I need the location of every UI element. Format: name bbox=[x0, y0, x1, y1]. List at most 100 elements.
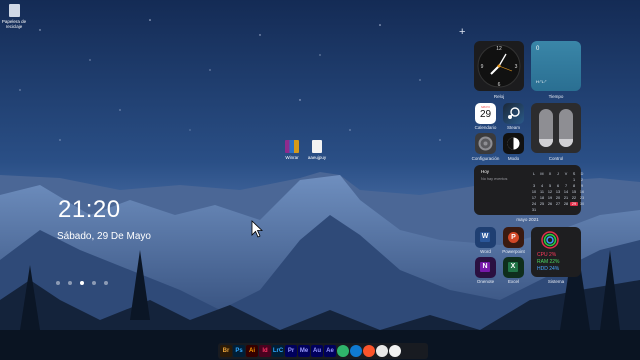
clock-widget[interactable]: 12 3 6 9 bbox=[474, 41, 524, 91]
calendar-day-cell[interactable]: 26 bbox=[546, 202, 554, 206]
page-dot[interactable] bbox=[56, 281, 60, 285]
weekday-header: V bbox=[564, 172, 568, 176]
calendar-day-cell[interactable]: 17 bbox=[530, 196, 538, 200]
recycle-bin-icon bbox=[8, 4, 20, 17]
calendar-day-cell[interactable]: 18 bbox=[538, 196, 546, 200]
weather-widget[interactable]: 0 H:°L:° bbox=[531, 41, 581, 91]
taskbar-bridge-icon[interactable]: Br bbox=[220, 345, 232, 357]
calendar-day-cell[interactable]: 15 bbox=[570, 190, 578, 194]
calendar-day-cell[interactable]: 5 bbox=[546, 184, 554, 188]
taskbar-edge-icon[interactable] bbox=[350, 345, 362, 357]
calendar-day-cell[interactable]: 16 bbox=[578, 190, 586, 194]
taskbar-premiere-icon[interactable]: Pr bbox=[285, 345, 297, 357]
calendar-day-cell[interactable]: 9 bbox=[578, 184, 586, 188]
page-dot[interactable] bbox=[68, 281, 72, 285]
taskbar-indesign-icon[interactable]: Id bbox=[259, 345, 271, 357]
hdd-usage: HDD 24% bbox=[537, 266, 560, 272]
desktop-icon-label: aaeujpuy bbox=[307, 155, 327, 160]
mode-tile[interactable] bbox=[503, 133, 524, 154]
powerpoint-label: Powerpoint bbox=[502, 249, 525, 254]
taskbar-calendar-tb-icon[interactable] bbox=[389, 345, 401, 357]
analog-clock-icon: 12 3 6 9 bbox=[477, 44, 521, 88]
add-widget-button[interactable]: + bbox=[459, 26, 465, 38]
calendar-day-cell[interactable]: 23 bbox=[578, 196, 586, 200]
recycle-bin-label: Papelera de reciclaje bbox=[1, 19, 27, 29]
excel-tile[interactable]: X bbox=[503, 257, 524, 278]
calendar-day-cell[interactable]: 3 bbox=[530, 184, 538, 188]
system-widget[interactable]: CPU 2% RAM 22% HDD 24% bbox=[531, 227, 581, 277]
brightness-slider[interactable] bbox=[559, 109, 573, 147]
calendar-day-cell[interactable]: 12 bbox=[546, 190, 554, 194]
desktop-icon-file[interactable]: aaeujpuy bbox=[297, 140, 337, 160]
taskbar-brave-icon[interactable] bbox=[363, 345, 375, 357]
weekday-header: J bbox=[557, 172, 559, 176]
taskbar-dock: Br Ps Ai Id LrC Pr Me Au Ae bbox=[218, 343, 428, 359]
svg-text:6: 6 bbox=[498, 82, 501, 88]
settings-tile[interactable] bbox=[475, 133, 496, 154]
weekday-header: X bbox=[548, 172, 552, 176]
calendar-day-cell[interactable]: 2 bbox=[578, 178, 586, 182]
mouse-cursor-icon bbox=[251, 220, 263, 238]
calendar-day-cell bbox=[530, 178, 538, 182]
taskbar-chrome-icon[interactable] bbox=[376, 345, 388, 357]
calendar-day-cell[interactable]: 24 bbox=[530, 202, 538, 206]
calendar-day-cell[interactable]: 22 bbox=[570, 196, 578, 200]
volume-slider[interactable] bbox=[539, 109, 553, 147]
calendar-day-cell[interactable]: 8 bbox=[570, 184, 578, 188]
taskbar-audition-icon[interactable]: Au bbox=[311, 345, 323, 357]
onenote-tile[interactable]: N bbox=[475, 257, 496, 278]
calendar-day-grid: L M X J V S D 1 2 3 4 5 6 7 8 9 10 11 12 13 14 15 16 17 18 19 20 21… bbox=[530, 172, 586, 212]
page-dot[interactable] bbox=[92, 281, 96, 285]
calendar-day-cell[interactable]: 30 bbox=[578, 202, 586, 206]
taskbar-illustrator-icon[interactable]: Ai bbox=[246, 345, 258, 357]
calendar-day-cell[interactable]: 13 bbox=[554, 190, 562, 194]
word-tile[interactable]: W bbox=[475, 227, 496, 248]
calendar-day-cell[interactable]: 7 bbox=[562, 184, 570, 188]
page-dot[interactable] bbox=[104, 281, 108, 285]
calendar-today-label: Hoy bbox=[481, 169, 490, 174]
calendar-day-cell[interactable]: 28 bbox=[562, 202, 570, 206]
calendar-day-cell[interactable]: 25 bbox=[538, 202, 546, 206]
activity-rings-icon bbox=[541, 231, 559, 249]
taskbar-photoshop-icon[interactable]: Ps bbox=[233, 345, 245, 357]
control-widget[interactable] bbox=[531, 103, 581, 153]
taskbar-after-effects-icon[interactable]: Ae bbox=[324, 345, 336, 357]
calendar-app-tile[interactable]: MAYO 29 bbox=[475, 103, 496, 124]
taskbar-lightroom-icon[interactable]: LrC bbox=[272, 345, 284, 357]
calendar-day-cell[interactable]: 27 bbox=[554, 202, 562, 206]
svg-text:3: 3 bbox=[515, 64, 518, 70]
month-calendar-label: mayo 2021 bbox=[516, 217, 539, 222]
taskbar-media-encoder-icon[interactable]: Me bbox=[298, 345, 310, 357]
powerpoint-tile[interactable]: P bbox=[503, 227, 524, 248]
clock-widget-label: Reloj bbox=[493, 94, 505, 99]
system-widget-label: Sistema bbox=[547, 279, 565, 284]
cpu-usage: CPU 2% bbox=[537, 252, 557, 258]
calendar-day-cell[interactable]: 14 bbox=[562, 190, 570, 194]
calendar-day-cell bbox=[562, 178, 570, 182]
file-icon bbox=[312, 140, 322, 153]
calendar-day-cell[interactable]: 31 bbox=[530, 208, 538, 212]
onenote-icon: N bbox=[480, 262, 490, 272]
calendar-day-cell[interactable]: 4 bbox=[538, 184, 546, 188]
calendar-day-cell[interactable]: 11 bbox=[538, 190, 546, 194]
calendar-day: 29 bbox=[479, 109, 492, 120]
weekday-header: S bbox=[572, 172, 576, 176]
calendar-day-cell[interactable]: 1 bbox=[570, 178, 578, 182]
calendar-no-events: No hay eventos bbox=[481, 177, 508, 181]
calendar-day-cell[interactable]: 29 bbox=[570, 202, 578, 206]
page-dot-active[interactable] bbox=[80, 281, 84, 285]
calendar-day-cell[interactable]: 21 bbox=[562, 196, 570, 200]
steam-tile[interactable] bbox=[503, 103, 524, 124]
dark-mode-icon bbox=[507, 137, 520, 150]
calendar-day-cell[interactable]: 20 bbox=[554, 196, 562, 200]
taskbar-camtasia-icon[interactable] bbox=[337, 345, 349, 357]
recycle-bin[interactable]: Papelera de reciclaje bbox=[0, 4, 34, 29]
svg-text:9: 9 bbox=[481, 64, 484, 70]
mode-label: Modo bbox=[507, 156, 520, 161]
calendar-day-cell[interactable]: 6 bbox=[554, 184, 562, 188]
calendar-day-cell[interactable]: 19 bbox=[546, 196, 554, 200]
calendar-app-label: Calendario bbox=[474, 125, 497, 130]
weekday-header: M bbox=[540, 172, 544, 176]
calendar-day-cell[interactable]: 10 bbox=[530, 190, 538, 194]
steam-icon bbox=[508, 107, 520, 119]
